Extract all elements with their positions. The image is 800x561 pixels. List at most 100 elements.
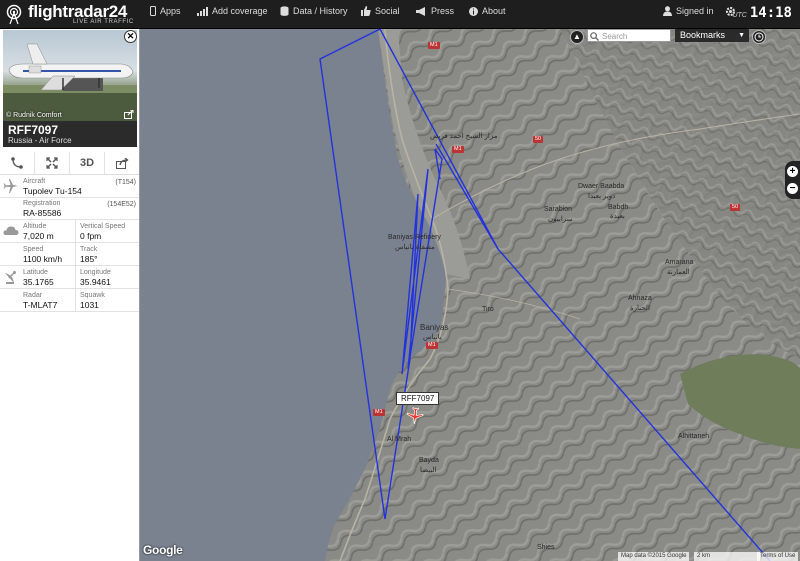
- search-placeholder: Search: [602, 32, 628, 41]
- nav-social-label: Social: [375, 6, 400, 16]
- place-sarabion: Sarabion: [544, 206, 573, 213]
- squawk-cell: Squawk 1031: [80, 292, 105, 310]
- show-route-button[interactable]: [0, 152, 35, 174]
- close-panel-button[interactable]: ✕: [124, 30, 137, 43]
- speed-row: Speed 1100 km/h Track 185°: [0, 243, 139, 266]
- clock-button[interactable]: [752, 30, 766, 44]
- place-alhittaneh: Alhittaneh: [678, 433, 710, 440]
- nav-apps[interactable]: Apps: [150, 6, 181, 16]
- place-dwaer-baabda-ar: دوير بعبدا: [588, 193, 616, 200]
- registration-code: (154E52): [107, 201, 136, 208]
- place-babdh-ar: بعبدة: [610, 213, 625, 220]
- nav-data-history[interactable]: Data / History: [280, 6, 348, 16]
- altitude-row: Altitude 7,020 m Vertical Speed 0 fpm: [0, 220, 139, 243]
- registration-label: Registration: [23, 200, 61, 207]
- radar-value: T-MLAT7: [23, 300, 58, 310]
- utc-clock: UTC 14:18: [732, 5, 792, 21]
- longitude-cell: Longitude 35.9461: [80, 269, 111, 287]
- vertical-speed-label: Vertical Speed: [80, 223, 126, 230]
- nav-about-label: About: [482, 6, 506, 16]
- view-3d-label: 3D: [79, 157, 95, 169]
- place-babdh: Babdh: [608, 204, 629, 211]
- altitude-value: 7,020 m: [23, 231, 54, 241]
- latitude-cell: Latitude 35.1765: [23, 269, 54, 287]
- map-data-attribution: Map data ©2015 Google: [618, 552, 690, 561]
- terrain-map: [140, 29, 800, 561]
- speed-cell: Speed 1100 km/h: [23, 246, 62, 264]
- follow-button[interactable]: [35, 152, 70, 174]
- aircraft-marker-icon[interactable]: [406, 407, 424, 425]
- zoom-in-button[interactable]: +: [787, 166, 798, 177]
- track-value: 185°: [80, 254, 98, 264]
- nav-press-label: Press: [431, 6, 455, 16]
- nav-social[interactable]: Social: [361, 6, 400, 16]
- share-button[interactable]: [105, 152, 139, 174]
- terms-of-use-link[interactable]: Terms of Use: [757, 552, 799, 561]
- place-sarabion-ar: سرابيون: [548, 216, 573, 223]
- speed-label: Speed: [23, 246, 44, 253]
- search-icon: [590, 32, 599, 41]
- nav-apps-label: Apps: [160, 6, 181, 16]
- info-icon: [469, 6, 478, 16]
- aircraft-label-text: Aircraft: [23, 178, 46, 185]
- collapse-map-controls-button[interactable]: ▲: [570, 30, 584, 44]
- nav-signed-in[interactable]: Signed in: [663, 6, 714, 16]
- aircraft-photo-image: [3, 43, 137, 121]
- road-shield-m1: M1: [426, 342, 438, 349]
- open-photo-icon[interactable]: [124, 110, 134, 119]
- cloud-icon: [3, 226, 19, 235]
- zoom-out-button[interactable]: −: [787, 183, 798, 194]
- registration-value: RA-85586: [23, 208, 62, 218]
- road-shield-m1: M1: [452, 146, 464, 153]
- map-flight-label[interactable]: RFF7097: [396, 392, 440, 405]
- nav-add-coverage-label: Add coverage: [212, 6, 268, 16]
- road-shield-50: 50: [533, 136, 544, 143]
- place-shies: Shies: [537, 544, 555, 551]
- phone-icon: [150, 6, 156, 16]
- place-baniyas-ar: بانياس: [423, 334, 442, 341]
- radar-label: Radar: [23, 292, 43, 299]
- longitude-value: 35.9461: [80, 277, 111, 287]
- airplane-icon: [3, 179, 18, 193]
- place-ahnaza: Ahnaza: [628, 295, 652, 302]
- place-ahnaza-ar: الحنازة: [630, 305, 650, 312]
- road-shield-m1: M1: [373, 409, 385, 416]
- callsign-header: RFF7097 Russia - Air Force: [3, 121, 137, 147]
- bookmarks-dropdown[interactable]: Bookmarks ▼: [675, 29, 749, 42]
- scale-label: 2 km: [697, 553, 711, 559]
- map-view[interactable]: M1 M1 M1 M1 50 50 مزار الشيخ احمد فريض D…: [140, 29, 800, 561]
- registration-cell: Registration RA-85586: [23, 200, 61, 218]
- place-amarana-ar: العمارنة: [667, 269, 690, 276]
- nav-press[interactable]: Press: [416, 6, 454, 16]
- aircraft-photo[interactable]: © Rudnik Comfort ✕: [3, 30, 137, 121]
- expand-icon: [46, 157, 58, 169]
- latitude-label: Latitude: [23, 269, 48, 276]
- nav-data-history-label: Data / History: [293, 6, 348, 16]
- radar-cell: Radar T-MLAT7: [23, 292, 57, 310]
- vertical-speed-value: 0 fpm: [80, 231, 102, 241]
- registration-row: Registration RA-85586 (154E52): [0, 198, 139, 220]
- nav-about[interactable]: About: [469, 6, 506, 16]
- database-icon: [280, 6, 289, 16]
- aircraft-type: Tupolev Tu-154: [23, 186, 82, 196]
- nav-add-coverage[interactable]: Add coverage: [197, 6, 268, 16]
- speed-value: 1100 km/h: [23, 254, 63, 264]
- place-baniyas-refinery-ar: مصفاة بانياس: [395, 244, 435, 251]
- operator: Russia - Air Force: [8, 136, 72, 145]
- track-cell: Track 185°: [80, 246, 98, 264]
- clock-icon: [754, 32, 764, 42]
- place-tiro: Tiro: [482, 306, 494, 313]
- zoom-control: + −: [785, 161, 800, 199]
- utc-time: 14:18: [749, 5, 792, 21]
- road-shield-50: 50: [730, 204, 741, 211]
- place-bayda: Bayda: [419, 457, 439, 464]
- divider: [75, 220, 76, 242]
- app-tagline: LIVE AIR TRAFFIC: [73, 19, 134, 25]
- chevron-down-icon: ▼: [738, 32, 745, 39]
- view-3d-button[interactable]: 3D: [70, 152, 105, 174]
- top-navigation-bar: flightradar24 LIVE AIR TRAFFIC Apps Add …: [0, 0, 800, 29]
- route-icon: [11, 157, 23, 169]
- aircraft-row: Aircraft Tupolev Tu-154 (T154): [0, 175, 139, 198]
- photo-credit: © Rudnik Comfort: [6, 112, 62, 119]
- map-search-input[interactable]: Search: [587, 29, 671, 42]
